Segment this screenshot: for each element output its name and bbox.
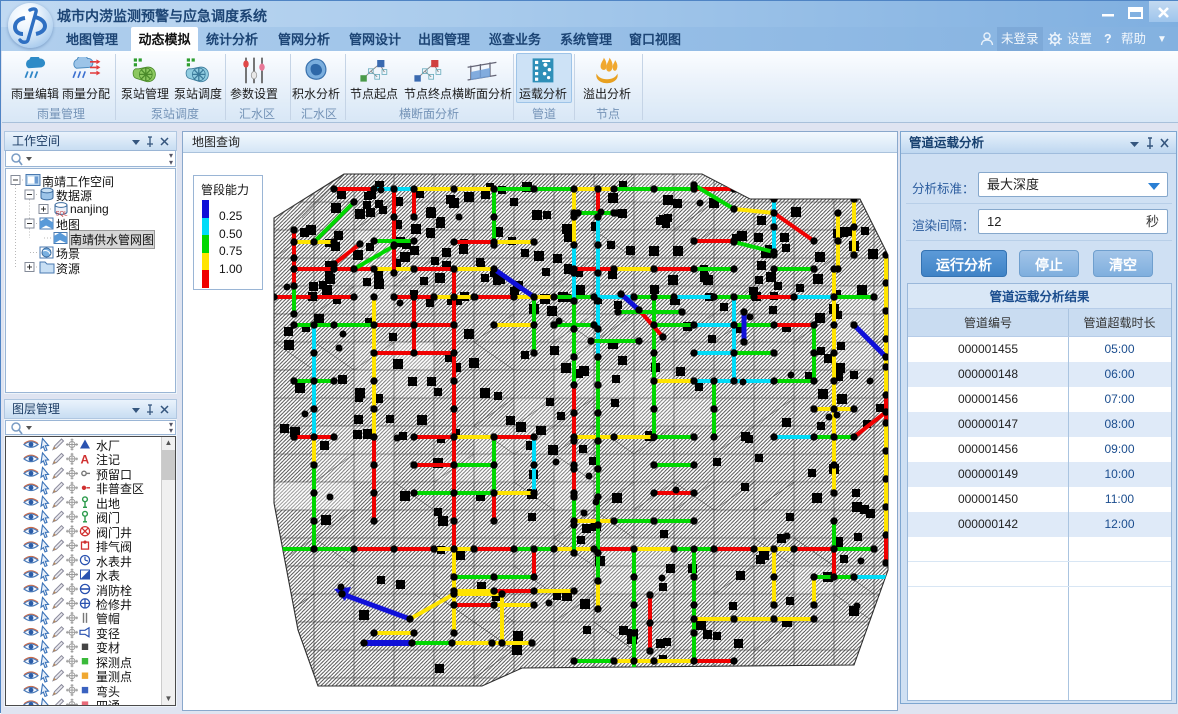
svg-text:A: A	[81, 452, 90, 466]
